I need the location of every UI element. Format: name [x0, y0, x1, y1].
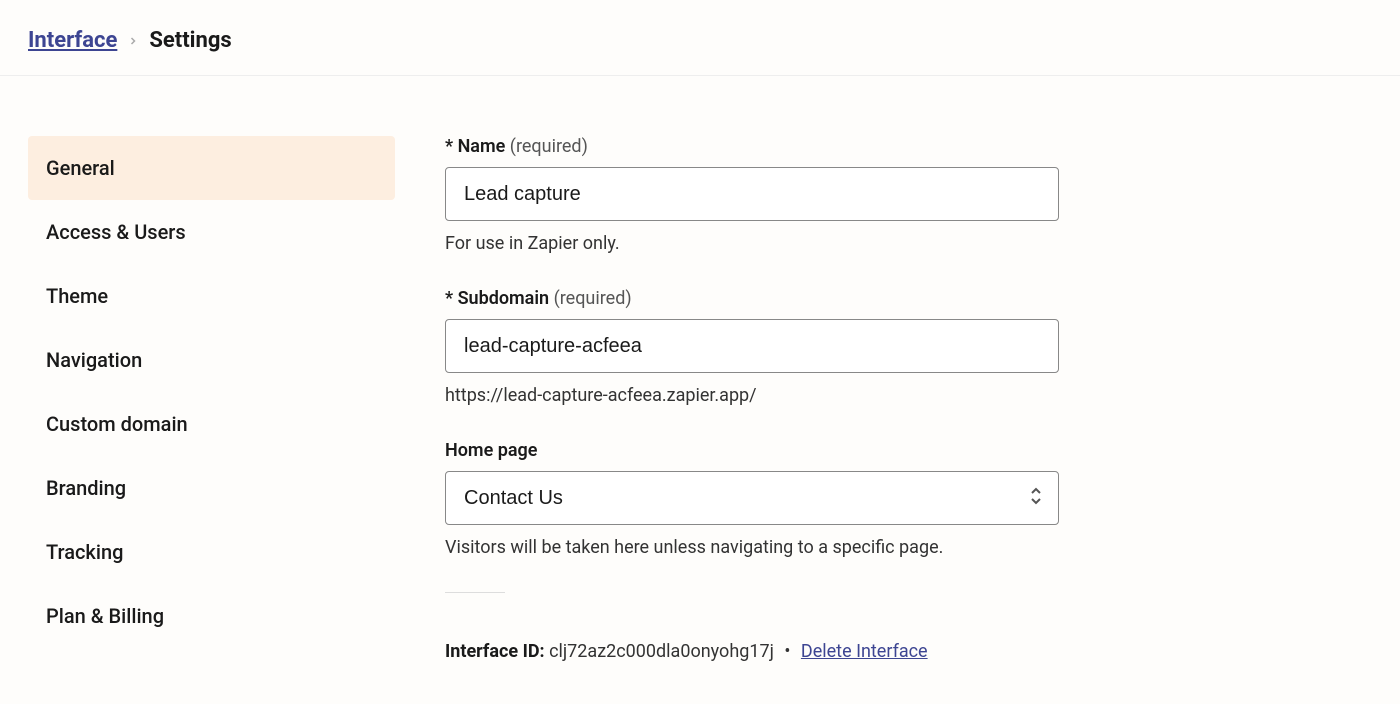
sidebar-item-navigation[interactable]: Navigation [28, 328, 395, 392]
home-page-select-wrapper: Contact Us [445, 471, 1059, 525]
interface-id-label: Interface ID: [445, 641, 545, 662]
chevron-right-icon [127, 35, 139, 47]
sidebar-item-branding[interactable]: Branding [28, 456, 395, 520]
breadcrumb-link-interface[interactable]: Interface [28, 28, 117, 53]
required-asterisk: * [445, 288, 453, 309]
sidebar-item-plan-billing[interactable]: Plan & Billing [28, 584, 395, 648]
subdomain-label-row: * Subdomain (required) [445, 288, 1085, 309]
home-page-label: Home page [445, 440, 537, 461]
home-page-select[interactable]: Contact Us [445, 471, 1059, 525]
home-page-help-text: Visitors will be taken here unless navig… [445, 537, 1085, 558]
subdomain-input[interactable] [445, 319, 1059, 373]
name-input[interactable] [445, 167, 1059, 221]
main-panel: * Name (required) For use in Zapier only… [395, 136, 1125, 662]
footer-separator: • [784, 641, 790, 662]
breadcrumb-header: Interface Settings [0, 0, 1400, 76]
subdomain-label: Subdomain [458, 288, 550, 309]
footer-row: Interface ID: clj72az2c000dla0onyohg17j … [445, 641, 1085, 662]
breadcrumb-current: Settings [149, 28, 231, 53]
interface-id-value: clj72az2c000dla0onyohg17j [549, 641, 774, 662]
required-hint: (required) [554, 288, 632, 309]
name-label: Name [458, 136, 506, 157]
content-area: General Access & Users Theme Navigation … [0, 76, 1400, 662]
subdomain-help-text: https://lead-capture-acfeea.zapier.app/ [445, 385, 1085, 406]
form-group-name: * Name (required) For use in Zapier only… [445, 136, 1085, 254]
name-label-row: * Name (required) [445, 136, 1085, 157]
required-hint: (required) [510, 136, 588, 157]
sidebar-item-access-users[interactable]: Access & Users [28, 200, 395, 264]
form-group-subdomain: * Subdomain (required) https://lead-capt… [445, 288, 1085, 406]
required-asterisk: * [445, 136, 453, 157]
home-page-label-row: Home page [445, 440, 1085, 461]
form-group-home-page: Home page Contact Us Visitors will be ta… [445, 440, 1085, 558]
sidebar-item-theme[interactable]: Theme [28, 264, 395, 328]
settings-sidebar: General Access & Users Theme Navigation … [0, 136, 395, 662]
sidebar-item-custom-domain[interactable]: Custom domain [28, 392, 395, 456]
name-help-text: For use in Zapier only. [445, 233, 1085, 254]
divider [445, 592, 505, 593]
sidebar-item-tracking[interactable]: Tracking [28, 520, 395, 584]
delete-interface-link[interactable]: Delete Interface [801, 641, 928, 662]
breadcrumb: Interface Settings [28, 28, 1372, 53]
sidebar-item-general[interactable]: General [28, 136, 395, 200]
